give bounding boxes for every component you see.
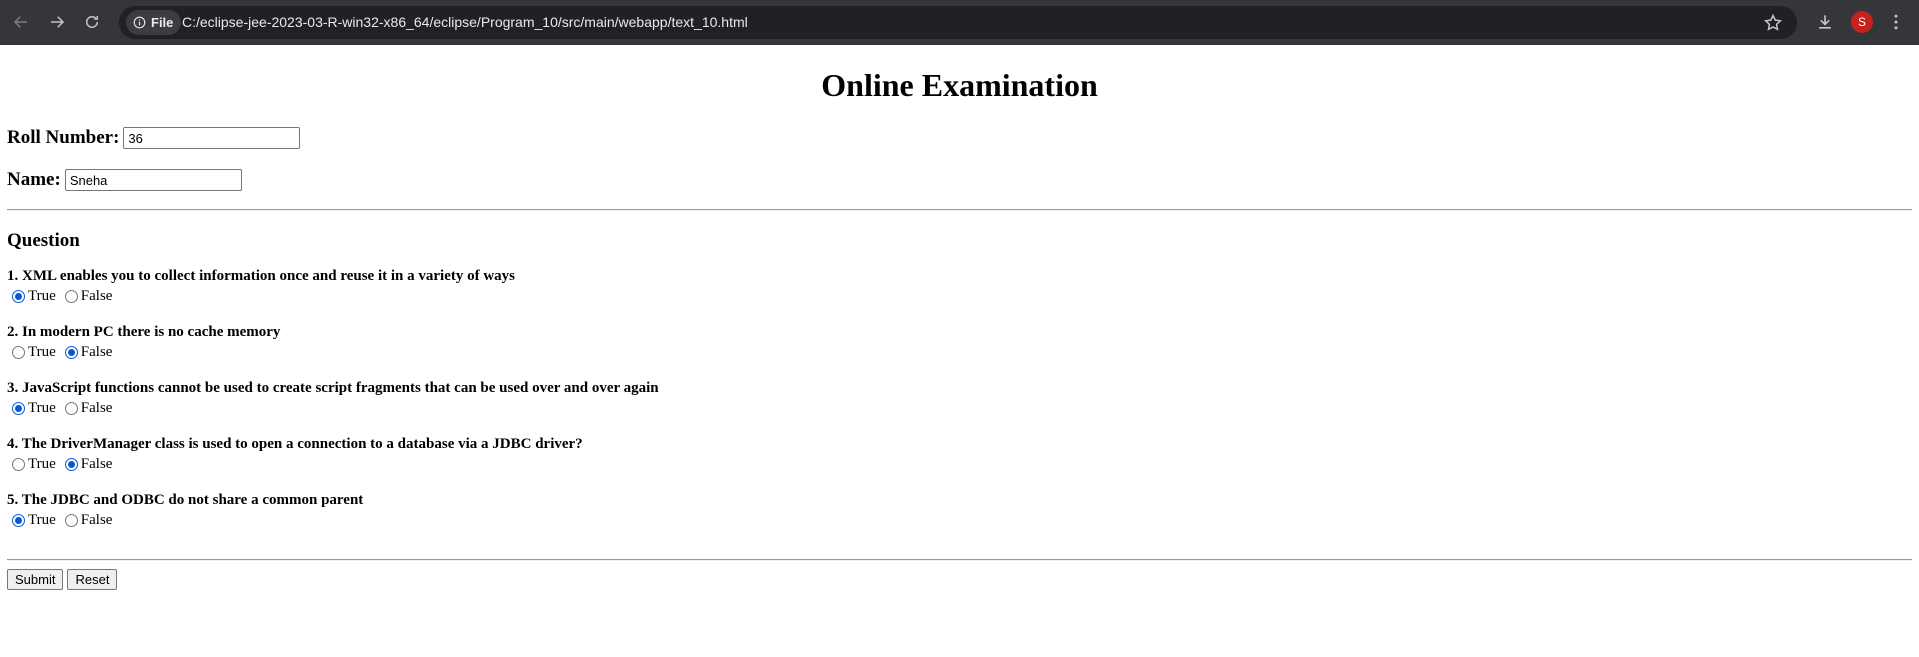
false-option[interactable]: False <box>60 343 113 361</box>
answer-options: True False <box>7 398 659 418</box>
question-item: 1. XML enables you to collect informatio… <box>7 268 515 306</box>
question-text: 4. The DriverManager class is used to op… <box>7 436 583 452</box>
browser-toolbar: File C:/eclipse-jee-2023-03-R-win32-x86_… <box>0 0 1919 45</box>
true-option-radio[interactable] <box>12 513 25 527</box>
answer-options: True False <box>7 286 515 306</box>
true-option-label: True <box>28 343 56 360</box>
false-option-radio[interactable] <box>64 513 78 527</box>
true-option-label: True <box>28 511 56 528</box>
star-icon[interactable] <box>1763 13 1783 33</box>
answer-options: True False <box>7 342 280 362</box>
question-text: 5. The JDBC and ODBC do not share a comm… <box>7 492 364 508</box>
roll-number-input[interactable] <box>123 127 301 149</box>
true-option[interactable]: True <box>7 288 56 305</box>
false-option-label: False <box>80 511 113 528</box>
form-actions: Submit Reset <box>7 569 118 590</box>
divider <box>7 559 1912 561</box>
chip-label: File <box>151 15 174 30</box>
question-item: 5. The JDBC and ODBC do not share a comm… <box>7 492 363 530</box>
question-item: 3. JavaScript functions cannot be used t… <box>7 380 659 418</box>
divider <box>7 209 1912 211</box>
roll-number-row: Roll Number: <box>7 127 301 149</box>
false-option-radio[interactable] <box>64 457 78 471</box>
true-option-radio[interactable] <box>12 457 25 471</box>
question-text: 1. XML enables you to collect informatio… <box>7 268 516 284</box>
submit-button[interactable]: Submit <box>7 569 64 590</box>
false-option-label: False <box>80 287 113 304</box>
answer-options: True False <box>7 454 583 474</box>
name-row: Name: <box>7 169 242 191</box>
true-option-radio[interactable] <box>12 401 25 415</box>
false-option-label: False <box>80 455 113 472</box>
question-heading: Question <box>7 230 80 251</box>
question-text: 3. JavaScript functions cannot be used t… <box>7 380 659 396</box>
reset-button[interactable]: Reset <box>67 569 118 590</box>
url-text[interactable]: C:/eclipse-jee-2023-03-R-win32-x86_64/ec… <box>182 14 748 30</box>
false-option-radio[interactable] <box>64 345 78 359</box>
true-option-label: True <box>28 287 56 304</box>
true-option[interactable]: True <box>7 456 56 473</box>
true-option-radio[interactable] <box>12 289 25 303</box>
page-title: Online Examination <box>821 67 1098 103</box>
name-label: Name: <box>7 169 61 190</box>
false-option[interactable]: False <box>60 287 113 305</box>
false-option-radio[interactable] <box>64 401 78 415</box>
question-text: 2. In modern PC there is no cache memory <box>7 324 281 340</box>
true-option-radio[interactable] <box>12 345 25 359</box>
false-option[interactable]: False <box>60 455 113 473</box>
false-option-label: False <box>80 399 113 416</box>
question-item: 2. In modern PC there is no cache memory… <box>7 324 280 362</box>
profile-avatar[interactable]: S <box>1851 11 1873 33</box>
roll-number-label: Roll Number: <box>7 127 120 148</box>
false-option[interactable]: False <box>60 399 113 417</box>
forward-arrow-icon[interactable] <box>43 8 71 36</box>
reload-icon[interactable] <box>78 8 106 36</box>
back-arrow-icon[interactable] <box>7 8 35 36</box>
true-option[interactable]: True <box>7 512 56 529</box>
false-option-radio[interactable] <box>64 289 78 303</box>
site-info-chip[interactable]: File <box>126 10 182 35</box>
answer-options: True False <box>7 510 363 530</box>
name-input[interactable] <box>64 169 242 191</box>
kebab-menu-icon[interactable] <box>1885 11 1907 33</box>
info-icon <box>133 16 146 29</box>
true-option[interactable]: True <box>7 400 56 417</box>
download-icon[interactable] <box>1814 11 1836 33</box>
true-option-label: True <box>28 455 56 472</box>
question-item: 4. The DriverManager class is used to op… <box>7 436 583 474</box>
address-bar[interactable]: File C:/eclipse-jee-2023-03-R-win32-x86_… <box>119 6 1797 39</box>
page-content: Online Examination Roll Number: Name: Qu… <box>0 45 1919 657</box>
true-option[interactable]: True <box>7 344 56 361</box>
true-option-label: True <box>28 399 56 416</box>
false-option-label: False <box>80 343 113 360</box>
false-option[interactable]: False <box>60 511 113 529</box>
